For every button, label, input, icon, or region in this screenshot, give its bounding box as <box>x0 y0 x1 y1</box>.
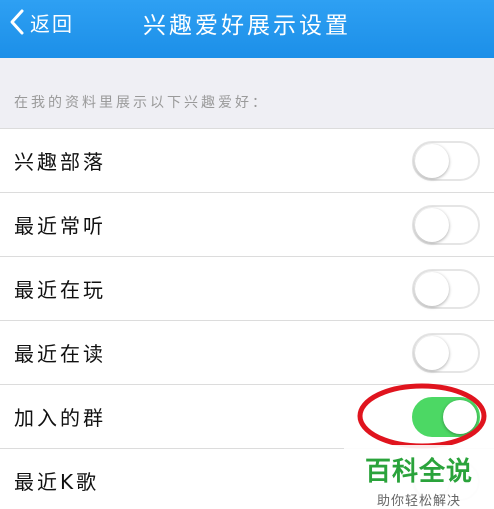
recently-played-toggle[interactable] <box>412 268 480 309</box>
setting-row-recently-listened: 最近常听 <box>0 193 494 257</box>
watermark-tagline: 助你轻松解决 <box>376 494 461 509</box>
setting-label: 加入的群 <box>14 406 106 430</box>
setting-label: 兴趣部落 <box>14 150 106 174</box>
toggle-knob <box>415 335 449 370</box>
setting-row-joined-groups: 加入的群 <box>0 385 494 449</box>
setting-label: 最近常听 <box>14 214 106 238</box>
toggle-knob <box>415 207 449 242</box>
navigation-bar: 返回 兴趣爱好展示设置 <box>0 0 494 58</box>
watermark: 百科全说 助你轻松解决 <box>344 445 494 509</box>
section-header: 在我的资料里展示以下兴趣爱好： <box>14 95 269 111</box>
page-title: 兴趣爱好展示设置 <box>143 13 351 39</box>
interest-tribe-toggle[interactable] <box>412 140 480 181</box>
joined-groups-toggle[interactable] <box>412 396 480 437</box>
toggle-knob <box>415 271 449 306</box>
watermark-logo: 百科全说 <box>364 457 473 487</box>
toggle-knob <box>443 399 477 434</box>
setting-row-recently-played: 最近在玩 <box>0 257 494 321</box>
recently-listened-toggle[interactable] <box>412 204 480 245</box>
setting-row-recently-read: 最近在读 <box>0 321 494 385</box>
screen: 返回 兴趣爱好展示设置 在我的资料里展示以下兴趣爱好： 兴趣部落 最近常听 最近… <box>0 0 494 509</box>
recently-read-toggle[interactable] <box>412 332 480 373</box>
setting-label: 最近在读 <box>14 342 106 366</box>
setting-row-interest-tribe: 兴趣部落 <box>0 129 494 193</box>
toggle-knob <box>415 143 449 178</box>
setting-label: 最近K歌 <box>14 470 100 494</box>
setting-label: 最近在玩 <box>14 278 106 302</box>
